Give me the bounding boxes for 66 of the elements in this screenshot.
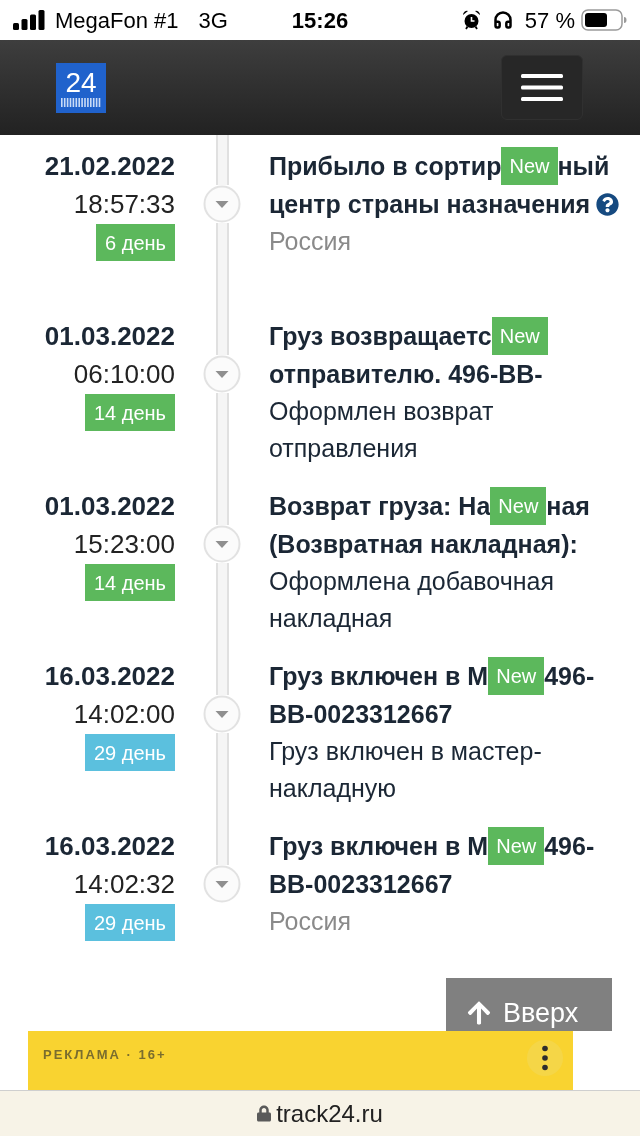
event-details: Груз включен в мастер-накладную	[269, 736, 543, 804]
network-type: 3G	[198, 6, 228, 35]
menu-button[interactable]	[501, 55, 583, 120]
ad-banner[interactable]: РЕКЛАМА · 16+	[28, 1031, 573, 1090]
day-count-badge: 14 день	[84, 564, 175, 601]
scroll-to-top-button[interactable]: Вверх	[446, 978, 612, 1031]
signal-icon	[13, 10, 45, 30]
event-title: 496-	[544, 831, 595, 862]
event-title: Возврат груза: На	[269, 491, 491, 522]
ad-label: РЕКЛАМА · 16+	[43, 1046, 167, 1064]
event-title: (Возвратная накладная):	[269, 529, 578, 560]
barcode-icon	[61, 98, 101, 107]
event-date: 16.03.2022	[44, 660, 175, 693]
event-details: Оформлен возврат отправления	[269, 396, 495, 464]
arrow-up-icon	[467, 1000, 491, 1026]
event-time: 14:02:00	[73, 698, 175, 731]
day-count-badge: 29 день	[84, 904, 175, 941]
new-badge: New	[490, 487, 547, 525]
event-title: ный	[557, 151, 610, 182]
circle-caret-icon	[203, 355, 241, 393]
browser-address-bar[interactable]: track24.ru	[0, 1090, 640, 1136]
event-title: Прибыло в сортир	[269, 151, 502, 182]
headphones-icon	[492, 10, 513, 30]
event-time: 15:23:00	[73, 528, 175, 561]
logo[interactable]: 24	[56, 62, 106, 113]
event-title: Груз включен в M	[269, 661, 489, 692]
event-title: центр страны назначения	[269, 189, 591, 220]
event-time: 18:57:33	[73, 188, 175, 221]
event-date: 16.03.2022	[44, 830, 175, 863]
event-title: Груз включен в M	[269, 831, 489, 862]
circle-caret-icon	[203, 695, 241, 733]
day-count-badge: 14 день	[84, 394, 175, 431]
event-title: Груз возвращаетс	[269, 321, 492, 352]
menu-icon	[521, 74, 563, 101]
event-date: 01.03.2022	[44, 490, 175, 523]
event-details: Оформлена добавочная накладная	[269, 566, 555, 634]
new-badge: New	[501, 147, 558, 185]
event-title: BB-0023312667	[269, 869, 453, 900]
lock-icon	[257, 1105, 272, 1122]
alarm-clock-icon	[461, 10, 481, 30]
help-icon[interactable]	[596, 192, 620, 216]
event-title: BB-0023312667	[269, 699, 453, 730]
circle-caret-icon	[203, 185, 241, 223]
new-badge: New	[488, 657, 545, 695]
event-date: 01.03.2022	[44, 320, 175, 353]
event-location: Россия	[269, 906, 352, 937]
new-badge: New	[488, 827, 545, 865]
logo-text: 24	[65, 68, 97, 98]
circle-caret-icon	[203, 525, 241, 563]
more-options-icon[interactable]	[527, 1040, 563, 1076]
site-url: track24.ru	[276, 1098, 383, 1129]
circle-caret-icon	[203, 865, 241, 903]
battery-percent: 57 %	[524, 6, 575, 35]
day-count-badge: 6 день	[96, 224, 175, 261]
day-count-badge: 29 день	[84, 734, 175, 771]
event-time: 14:02:32	[73, 868, 175, 901]
event-date: 21.02.2022	[44, 150, 175, 183]
event-title: ная	[546, 491, 590, 522]
new-badge: New	[491, 317, 548, 355]
carrier-name: MegaFon #1	[55, 6, 179, 35]
event-time: 06:10:00	[73, 358, 175, 391]
battery-icon	[581, 9, 627, 31]
event-title: отправителю. 496-BB-	[269, 359, 543, 390]
clock-time: 15:26	[291, 6, 349, 35]
event-location: Россия	[269, 226, 352, 257]
event-title: 496-	[544, 661, 595, 692]
